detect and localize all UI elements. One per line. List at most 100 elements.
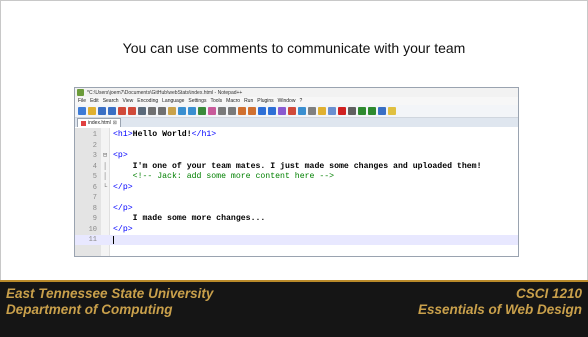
menu-tools[interactable]: Tools [210,98,222,104]
html-tag: <h1> [113,130,133,139]
close-icon[interactable] [118,107,126,115]
menu-run[interactable]: Run [244,98,253,104]
play-multi-icon[interactable] [368,107,376,115]
footer-university: East Tennessee State University [6,286,214,301]
replace-icon[interactable] [208,107,216,115]
footer-accent-line [0,280,588,282]
paste-icon[interactable] [168,107,176,115]
code-line[interactable]: 1 <h1>Hello World!</h1> [75,130,518,140]
user-lang-icon[interactable] [288,107,296,115]
save-icon[interactable] [98,107,106,115]
fold-toggle-icon[interactable]: ⊟ [102,151,108,161]
notepad-window: *C:\Users\joem7\Documents\GitHub\webStat… [74,87,519,257]
zoom-out-icon[interactable] [228,107,236,115]
sync-h-icon[interactable] [248,107,256,115]
fold-line-icon: └ [102,183,108,192]
monitor-icon[interactable] [328,107,336,115]
text-content: I made some more changes... [113,214,266,223]
footer-department: Department of Computing [6,302,173,317]
code-line[interactable]: 4 │ I'm one of your team mates. I just ma… [75,162,518,172]
code-line[interactable]: 3 ⊟ <p> [75,151,518,161]
code-line[interactable]: 6 └ </p> [75,183,518,193]
code-text: </p> [113,183,133,193]
code-line[interactable]: 10 </p> [75,225,518,235]
code-line[interactable]: 11 [75,235,518,245]
code-text: <!-- Jack: add some more content here --… [113,172,334,182]
code-text: I made some more changes... [113,214,266,224]
save-all-icon[interactable] [108,107,116,115]
html-tag: </h1> [191,130,217,139]
stop-icon[interactable] [348,107,356,115]
open-icon[interactable] [88,107,96,115]
menu-macro[interactable]: Macro [226,98,240,104]
menu-settings[interactable]: Settings [188,98,206,104]
html-tag: </p> [113,182,133,192]
find-icon[interactable] [198,107,206,115]
code-line[interactable]: 2 [75,141,518,151]
zoom-in-icon[interactable] [218,107,226,115]
line-number: 5 [92,173,97,181]
code-line[interactable]: 5 │ <!-- Jack: add some more content here… [75,172,518,182]
modified-file-icon [81,120,86,126]
copy-icon[interactable] [158,107,166,115]
line-number: 4 [92,162,97,171]
tab-index-html[interactable]: index.html ⊠ [77,118,121,127]
sync-v-icon[interactable] [238,107,246,115]
code-line[interactable]: 8 </p> [75,204,518,214]
doc-map-icon[interactable] [298,107,306,115]
redo-icon[interactable] [188,107,196,115]
tab-close-icon[interactable]: ⊠ [113,120,117,126]
tab-label: index.html [88,120,111,126]
record-icon[interactable] [338,107,346,115]
undo-icon[interactable] [178,107,186,115]
menu-edit[interactable]: Edit [90,98,99,104]
code-text: </p> [113,225,133,235]
new-file-icon[interactable] [78,107,86,115]
wrap-icon[interactable] [258,107,266,115]
folder-icon[interactable] [318,107,326,115]
menu-help[interactable]: ? [299,98,302,104]
menu-plugins[interactable]: Plugins [257,98,273,104]
code-line[interactable]: 9 I made some more changes... [75,214,518,224]
menu-window[interactable]: Window [278,98,296,104]
menu-encoding[interactable]: Encoding [137,98,158,104]
save-macro-icon[interactable] [378,107,386,115]
toolbar [75,105,518,118]
close-all-icon[interactable] [128,107,136,115]
all-chars-icon[interactable] [268,107,276,115]
spellcheck-icon[interactable] [388,107,396,115]
print-icon[interactable] [138,107,146,115]
fold-line-icon: │ [102,162,108,171]
window-title: *C:\Users\joem7\Documents\GitHub\webStat… [87,89,243,96]
code-editor[interactable]: 1 <h1>Hello World!</h1> 2 3 ⊟ <p> 4 │ I'm one o… [75,128,518,256]
line-number: 1 [92,131,97,139]
text-caret [113,236,114,244]
fold-line-icon: │ [102,173,108,181]
line-number: 8 [92,204,97,213]
line-number: 11 [88,236,97,244]
footer-course-code: CSCI 1210 [515,286,582,301]
menu-file[interactable]: File [78,98,86,104]
text-content: I'm one of your team mates. I just made … [113,161,482,171]
menu-search[interactable]: Search [103,98,119,104]
menu-language[interactable]: Language [162,98,184,104]
play-icon[interactable] [358,107,366,115]
html-tag: <p> [113,151,128,160]
line-number: 2 [92,141,97,150]
code-line[interactable]: 7 [75,193,518,203]
line-number: 3 [92,152,97,160]
code-text: <h1>Hello World!</h1> [113,130,216,140]
window-titlebar[interactable]: *C:\Users\joem7\Documents\GitHub\webStat… [75,88,518,97]
tab-bar: index.html ⊠ [75,118,518,127]
line-number: 9 [92,215,97,223]
slide-headline: You can use comments to communicate with… [122,40,466,56]
func-list-icon[interactable] [308,107,316,115]
html-comment: <!-- Jack: add some more content here --… [113,172,335,181]
code-text: I'm one of your team mates. I just made … [113,162,482,172]
slide-footer: East Tennessee State University Departme… [0,280,588,337]
menu-view[interactable]: View [123,98,134,104]
code-text: </p> [113,204,133,214]
indent-guide-icon[interactable] [278,107,286,115]
cut-icon[interactable] [148,107,156,115]
line-number: 6 [92,183,97,192]
